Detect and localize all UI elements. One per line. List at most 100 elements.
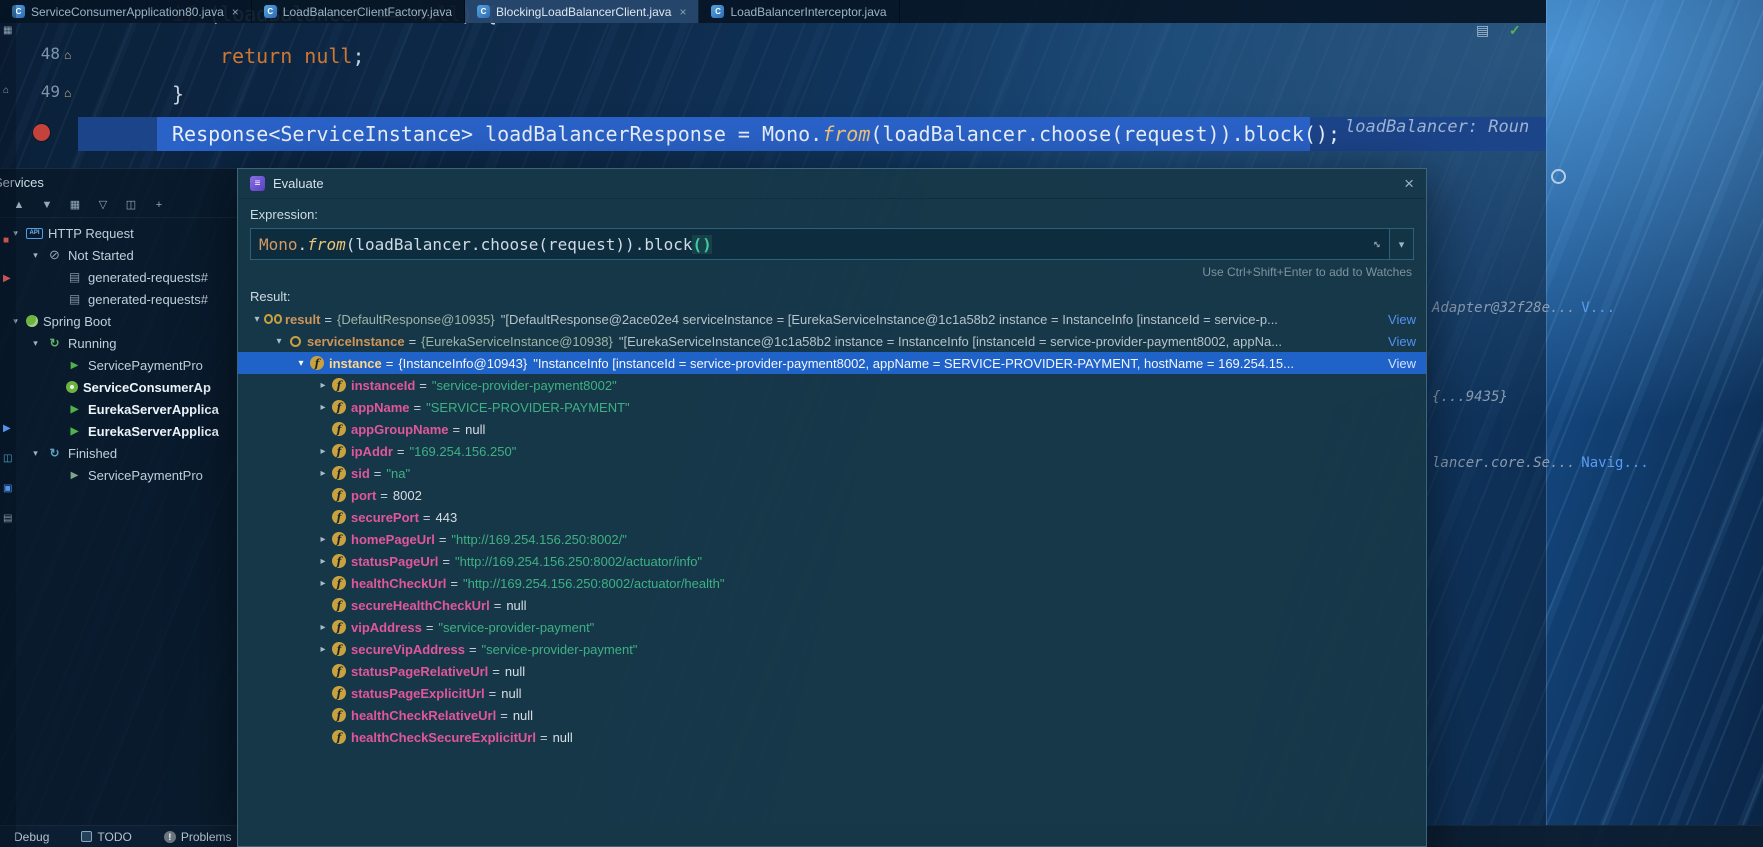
variable-name: securePort <box>351 509 419 525</box>
expander-icon[interactable] <box>316 644 330 655</box>
variable-row[interactable]: secureVipAddress="service-provider-payme… <box>238 638 1426 660</box>
service-label: Not Started <box>68 247 134 263</box>
expander-icon[interactable] <box>316 468 330 479</box>
variable-row[interactable]: statusPageRelativeUrl=null <box>238 660 1426 682</box>
variable-row[interactable]: port=8002 <box>238 484 1426 506</box>
fragment-link[interactable]: V... <box>1581 300 1615 316</box>
variable-row[interactable]: secureHealthCheckUrl=null <box>238 594 1426 616</box>
editor-tab[interactable]: LoadBalancerClientFactory.java <box>252 0 465 23</box>
stop-icon[interactable]: ■ <box>3 236 9 246</box>
service-item[interactable]: ▾ Spring Boot <box>0 310 237 332</box>
expression-input[interactable]: Mono. from (loadBalancer.choose(request)).… <box>250 228 1389 260</box>
variable-row[interactable]: healthCheckRelativeUrl=null <box>238 704 1426 726</box>
dialog-titlebar[interactable]: ≡ Evaluate × <box>238 169 1426 199</box>
problems-icon <box>163 830 176 843</box>
expander-icon[interactable]: ▾ <box>30 338 41 349</box>
reader-mode-icon[interactable]: ▤ <box>1476 22 1489 39</box>
expression-history-dropdown[interactable]: ▾ <box>1389 228 1414 260</box>
code-line-49[interactable]: } <box>172 82 184 106</box>
debug-tool-icon[interactable]: ▣ <box>3 484 12 494</box>
service-item[interactable]: EurekaServerApplica <box>0 420 237 442</box>
filter-icon[interactable]: ▽ <box>96 198 110 211</box>
code-line-48[interactable]: return null; <box>220 44 365 68</box>
service-item[interactable]: ▾HTTP Request <box>0 222 237 244</box>
expander-icon[interactable] <box>316 556 330 567</box>
preview-icon[interactable]: ◫ <box>124 198 138 211</box>
variable-row[interactable]: instance={InstanceInfo@10943} "InstanceIn… <box>238 352 1426 374</box>
variable-row[interactable]: serviceInstance={EurekaServiceInstance@1… <box>238 330 1426 352</box>
variable-row[interactable]: appName="SERVICE-PROVIDER-PAYMENT" <box>238 396 1426 418</box>
statusbar-debug-item[interactable]: Debug <box>14 830 49 844</box>
expander-icon[interactable] <box>316 446 330 457</box>
view-link[interactable]: View <box>1378 356 1416 371</box>
variable-row[interactable]: sid="na" <box>238 462 1426 484</box>
expander-icon[interactable] <box>316 402 330 413</box>
collapse-all-icon[interactable]: ▼ <box>40 199 54 211</box>
variable-row[interactable]: statusPageExplicitUrl=null <box>238 682 1426 704</box>
service-item[interactable]: generated-requests# <box>0 288 237 310</box>
variable-row[interactable]: healthCheckSecureExplicitUrl=null <box>238 726 1426 748</box>
expander-icon[interactable] <box>294 358 308 369</box>
service-item[interactable]: generated-requests# <box>0 266 237 288</box>
code-text: (loadBalancer.choose(request)).block(); <box>870 122 1340 146</box>
settings-gear-icon[interactable] <box>1551 169 1566 184</box>
bookmarks-icon[interactable]: ⌂ <box>3 86 9 96</box>
variable-row[interactable]: healthCheckUrl="http://169.254.156.250:8… <box>238 572 1426 594</box>
run-tool-icon[interactable]: ▶ <box>3 424 11 434</box>
editor-tab[interactable]: LoadBalancerInterceptor.java <box>699 0 900 23</box>
variable-row[interactable]: result= {DefaultResponse@10935} "[DefaultR… <box>238 308 1426 330</box>
add-service-icon[interactable]: + <box>152 199 166 211</box>
variable-name: serviceInstance <box>307 333 405 349</box>
variable-row[interactable]: appGroupName=null <box>238 418 1426 440</box>
expander-icon[interactable]: ▾ <box>30 250 41 261</box>
field-icon <box>330 378 348 392</box>
variable-name: appGroupName <box>351 421 449 437</box>
statusbar-todo-item[interactable]: TODO <box>81 830 132 844</box>
equals-sign: = <box>425 619 434 635</box>
play-icon <box>66 360 83 371</box>
inspections-ok-icon[interactable]: ✓ <box>1509 22 1521 39</box>
editor-tab[interactable]: BlockingLoadBalancerClient.java × <box>465 0 700 23</box>
expander-icon[interactable]: ▾ <box>30 448 41 459</box>
service-item[interactable]: ServicePaymentPro <box>0 354 237 376</box>
expander-icon[interactable] <box>250 314 264 325</box>
rerun-icon[interactable]: ▶ <box>3 274 11 284</box>
service-item[interactable]: ServicePaymentPro <box>0 464 237 486</box>
service-item[interactable]: ▾ Running <box>0 332 237 354</box>
group-by-icon[interactable]: ▦ <box>68 198 82 211</box>
breakpoint-icon[interactable] <box>33 124 50 141</box>
expander-icon[interactable] <box>272 336 286 347</box>
code-line-50-execution-point[interactable]: Response<ServiceInstance> loadBalancerRe… <box>172 117 1340 151</box>
service-item[interactable]: ServiceConsumerAp <box>0 376 237 398</box>
expander-icon[interactable] <box>316 534 330 545</box>
close-tab-icon[interactable]: × <box>232 5 239 19</box>
services-tool-icon[interactable]: ◫ <box>3 454 12 464</box>
statusbar-problems-item[interactable]: Problems <box>163 830 232 844</box>
variable-row[interactable]: instanceId="service-provider-payment8002… <box>238 374 1426 396</box>
variable-row[interactable]: homePageUrl="http://169.254.156.250:8002… <box>238 528 1426 550</box>
variable-name: secureHealthCheckUrl <box>351 597 490 613</box>
variable-row[interactable]: statusPageUrl="http://169.254.156.250:80… <box>238 550 1426 572</box>
structure-icon[interactable]: ▦ <box>3 26 12 36</box>
equals-sign: = <box>408 333 417 349</box>
variable-name: result <box>285 311 321 327</box>
variable-row[interactable]: ipAddr="169.254.156.250" <box>238 440 1426 462</box>
close-icon[interactable]: × <box>1404 174 1414 194</box>
view-link[interactable]: View <box>1378 312 1416 327</box>
expr-method-token: from <box>307 234 346 254</box>
expander-icon[interactable] <box>316 380 330 391</box>
variable-row[interactable]: vipAddress="service-provider-payment" <box>238 616 1426 638</box>
expand-expression-icon[interactable]: ↔ <box>1369 236 1385 252</box>
expander-icon[interactable] <box>316 578 330 589</box>
view-link[interactable]: View <box>1378 334 1416 349</box>
fragment-link[interactable]: Navig... <box>1581 455 1648 471</box>
service-item[interactable]: ▾ Finished <box>0 442 237 464</box>
editor-tab[interactable]: ServiceConsumerApplication80.java × <box>0 0 252 23</box>
equals-sign: = <box>500 707 508 723</box>
close-tab-icon[interactable]: × <box>679 5 686 19</box>
expander-icon[interactable] <box>316 622 330 633</box>
service-item[interactable]: ▾ Not Started <box>0 244 237 266</box>
variable-row[interactable]: securePort=443 <box>238 506 1426 528</box>
service-item[interactable]: EurekaServerApplica <box>0 398 237 420</box>
terminal-tool-icon[interactable]: ▤ <box>3 514 12 524</box>
